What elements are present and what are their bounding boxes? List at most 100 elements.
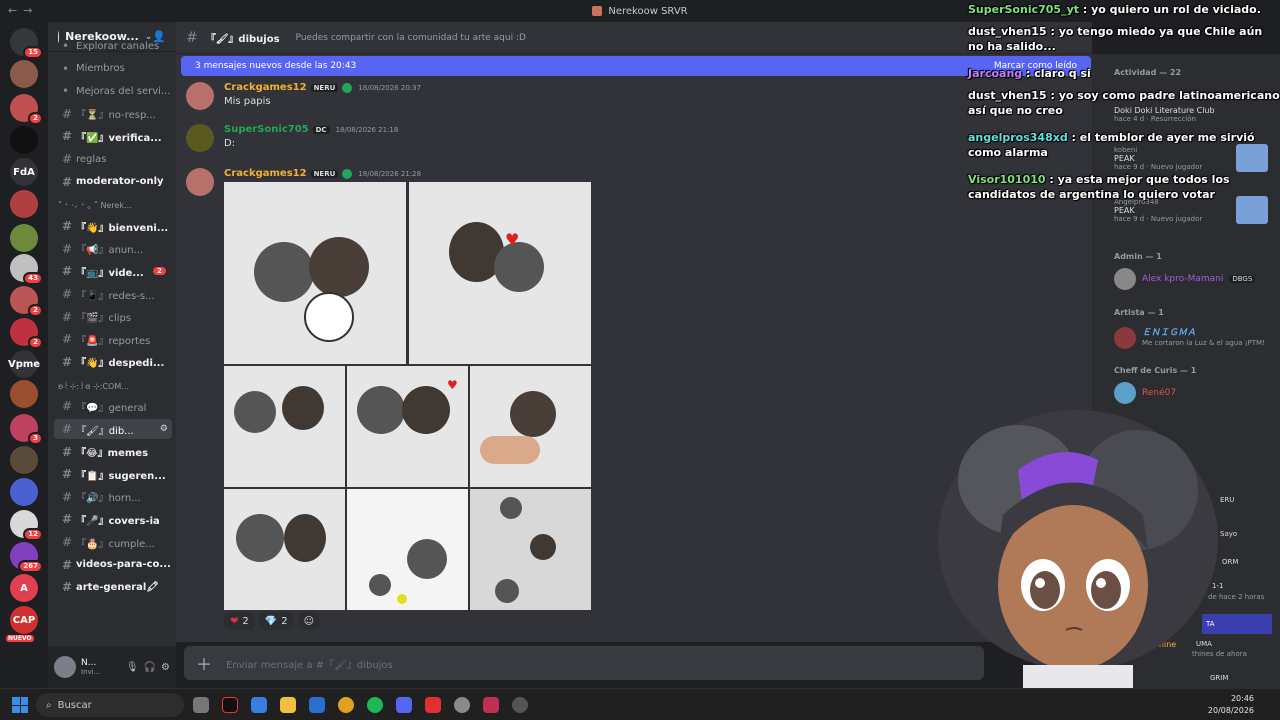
channel-item[interactable]: # 『📢』anun... (54, 239, 172, 259)
channel-item[interactable]: # 『🎬』clips (54, 307, 172, 327)
drawing-image[interactable] (347, 489, 468, 610)
tiktok-icon[interactable] (222, 697, 238, 713)
channel-item[interactable]: # arte-general🖍 (54, 577, 172, 597)
channel-item[interactable]: # 『✅』verifica... (54, 126, 172, 146)
settings-icon[interactable] (454, 697, 470, 713)
windows-start-icon[interactable] (12, 697, 28, 713)
member-item[interactable]: ＥＮＩＧＭＡ Me cortaron la Luz & el agua ¡PTM… (1114, 324, 1274, 352)
message-input[interactable]: ＋ Enviar mensaje a #『🖌』dibujos (184, 646, 984, 680)
user-avatar[interactable] (54, 656, 76, 678)
channel-item[interactable]: # 『📋』sugeren... (54, 464, 172, 484)
channel-item[interactable]: # 『💬』general (54, 396, 172, 416)
chrome-icon[interactable] (338, 697, 354, 713)
channel-settings-icon[interactable]: ⚙ (160, 424, 168, 434)
drawing-image[interactable] (470, 366, 591, 487)
server-icon[interactable]: 43 (10, 254, 43, 285)
server-icon[interactable]: 2 (10, 318, 43, 349)
server-icon[interactable] (10, 126, 38, 154)
verified-icon (342, 168, 353, 179)
spotify-icon[interactable] (367, 697, 383, 713)
channel-topic[interactable]: Puedes compartir con la comunidad tu art… (296, 33, 526, 43)
hash-icon: # (62, 332, 73, 347)
channel-item[interactable]: # 『👋』bienveni... (54, 216, 172, 236)
mention-badge: 2 (28, 304, 43, 317)
add-attachment-icon[interactable]: ＋ (196, 651, 212, 675)
app-icon[interactable] (512, 697, 528, 713)
channel-item[interactable]: # videos-para-co... (54, 555, 172, 575)
drawing-image[interactable] (224, 182, 406, 364)
copilot-icon[interactable] (251, 697, 267, 713)
drawing-image[interactable]: ♥ (347, 366, 468, 487)
channel-item[interactable]: # 『📱』redes-s... (54, 284, 172, 304)
member-item[interactable]: Alex kpro-Mamani DBGS (1114, 265, 1274, 293)
author-name[interactable]: Crackgames12 (224, 168, 307, 179)
new-messages-bar[interactable]: 3 mensajes nuevos desde las 20:43 Marcar… (181, 56, 1091, 76)
server-icon[interactable] (10, 224, 38, 252)
reaction-gem[interactable]: 💎 2 (258, 612, 294, 630)
channel-item[interactable]: # 『🔊』horn... (54, 487, 172, 507)
nav-item[interactable]: • Miembros (54, 59, 172, 79)
nav-item[interactable]: • Mejoras del servi... (54, 81, 172, 101)
guild-tag: NERU (310, 169, 339, 178)
overlay-chat-user: Visor101010 (968, 173, 1046, 186)
store-icon[interactable] (309, 697, 325, 713)
reaction-heart[interactable]: ❤ 2 (224, 612, 255, 630)
server-icon[interactable]: 15 (10, 28, 43, 59)
channel-label: 『📢』anun... (76, 245, 144, 257)
author-name[interactable]: SuperSonic705 (224, 124, 309, 135)
channel-item[interactable]: # 『🎤』covers-ia (54, 509, 172, 529)
author-name[interactable]: Crackgames12 (224, 82, 307, 93)
server-icon[interactable]: 267 (10, 542, 43, 573)
server-icon[interactable]: 3 (10, 414, 43, 445)
add-reaction-button[interactable]: ☺ (297, 612, 321, 630)
nav-arrows-icon[interactable]: ←→ (8, 4, 38, 17)
channel-item[interactable]: # 『👋』despedi... (54, 352, 172, 372)
channel-item[interactable]: # 『📺』vide... 2 (54, 261, 172, 281)
microphone-icon[interactable]: 🎙 (126, 662, 139, 673)
author-avatar[interactable] (186, 124, 214, 152)
channel-item[interactable]: # 『⏳』no-resp... (54, 104, 172, 124)
server-icon[interactable]: Vpme (8, 350, 40, 378)
category-header[interactable]: ʚ꒰⊹:꒱ɞ ⊹:COM... (58, 380, 174, 391)
drawing-image[interactable]: ♥ (409, 182, 591, 364)
channel-item[interactable]: # reglas (54, 149, 172, 169)
system-clock[interactable]: 20:46 20/08/2026 (1208, 693, 1254, 717)
server-icon[interactable]: 2 (10, 94, 43, 125)
channel-item[interactable]: # 『🖌』dib... ⚙ (54, 419, 172, 439)
separator: : (1022, 67, 1035, 80)
file-explorer-icon[interactable] (280, 697, 296, 713)
author-avatar[interactable] (186, 168, 214, 196)
hash-icon: # (62, 422, 73, 436)
server-icon[interactable] (10, 446, 38, 474)
server-icon[interactable]: CAP NUEVO (6, 606, 38, 642)
category-header[interactable]: ˚ ⁺ ‧₊ ⁺ ｡ ˚ Nerek... (58, 200, 174, 211)
channel-item[interactable]: # 『😂』memes (54, 442, 172, 462)
hash-icon: # (62, 129, 73, 144)
app-icon[interactable] (483, 697, 499, 713)
server-icon[interactable] (10, 60, 38, 88)
overlay-chat-line: angelpros348xd : el temblor de ayer me s… (968, 130, 1280, 160)
task-view-icon[interactable] (193, 697, 209, 713)
server-icon[interactable]: FdA (10, 158, 38, 186)
discord-icon[interactable] (396, 697, 412, 713)
drawing-image[interactable] (470, 489, 591, 610)
server-icon[interactable]: A (10, 574, 38, 602)
author-avatar[interactable] (186, 82, 214, 110)
nav-item[interactable]: • Explorar canales (54, 36, 172, 56)
headphones-icon[interactable]: 🎧 (144, 662, 156, 673)
taskbar-search[interactable]: ⌕ Buscar (36, 693, 184, 717)
channel-item[interactable]: # 『🎂』cumple... (54, 532, 172, 552)
channel-item[interactable]: # 『🚨』reportes (54, 329, 172, 349)
channel-item[interactable]: # moderator-only (54, 172, 172, 192)
server-icon[interactable] (10, 380, 38, 408)
settings-gear-icon[interactable]: ⚙ (161, 662, 170, 673)
server-icon[interactable] (10, 478, 38, 506)
app-icon[interactable] (425, 697, 441, 713)
drawing-image[interactable] (224, 366, 345, 487)
drawing-image[interactable] (224, 489, 345, 610)
server-icon[interactable] (10, 190, 38, 218)
message-text: D: (224, 138, 236, 149)
server-icon[interactable]: 12 (10, 510, 43, 541)
server-icon[interactable]: 2 (10, 286, 43, 317)
hash-icon: # (62, 106, 73, 121)
